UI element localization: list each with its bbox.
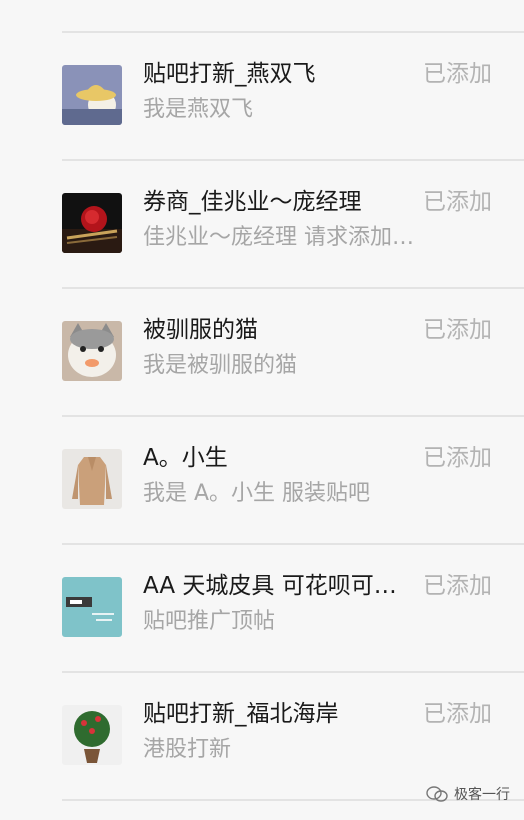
contact-name: 贴吧打新_福北海岸 — [143, 701, 339, 727]
wechat-icon — [426, 786, 448, 802]
contact-row[interactable]: AA 天城皮具 可花呗可… 贴吧推广顶帖 已添加 — [0, 545, 524, 671]
added-status: 已添加 — [423, 445, 492, 471]
tiancheng-logo-icon — [62, 577, 122, 637]
contact-row[interactable]: A。小生 我是 A。小生 服装贴吧 已添加 — [0, 417, 524, 543]
potted-plant-icon — [62, 705, 122, 765]
added-status: 已添加 — [423, 317, 492, 343]
watermark: 极客一行 — [426, 784, 510, 804]
contact-message: 港股打新 — [143, 737, 232, 762]
contact-name: A。小生 — [143, 445, 228, 471]
contact-name: 被驯服的猫 — [143, 317, 258, 343]
added-status: 已添加 — [423, 189, 492, 215]
contact-message: 我是燕双飞 — [143, 97, 254, 122]
cartoon-hat-icon — [62, 65, 122, 125]
contact-row[interactable]: 券商_佳兆业～庞经理 佳兆业～庞经理 请求添加… 已添加 — [0, 161, 524, 287]
contact-message: 我是 A。小生 服装贴吧 — [143, 481, 371, 506]
contact-name: 贴吧打新_燕双飞 — [143, 61, 316, 87]
watermark-text: 极客一行 — [454, 787, 510, 803]
contact-name: AA 天城皮具 可花呗可… — [143, 573, 397, 599]
added-status: 已添加 — [423, 573, 492, 599]
contact-row[interactable]: 被驯服的猫 我是被驯服的猫 已添加 — [0, 289, 524, 415]
contact-row[interactable]: 贴吧打新_燕双飞 我是燕双飞 已添加 — [0, 33, 524, 159]
contact-message: 佳兆业～庞经理 请求添加… — [143, 225, 414, 250]
contact-name: 券商_佳兆业～庞经理 — [143, 189, 362, 215]
contact-message: 我是被驯服的猫 — [143, 353, 298, 378]
red-rose-icon — [62, 193, 122, 253]
contact-message: 贴吧推广顶帖 — [143, 609, 276, 634]
coat-photo-icon — [62, 449, 122, 509]
added-status: 已添加 — [423, 61, 492, 87]
added-status: 已添加 — [423, 701, 492, 727]
contact-row[interactable]: 贴吧打新_福北海岸 港股打新 已添加 — [0, 673, 524, 799]
cat-photo-icon — [62, 321, 122, 381]
